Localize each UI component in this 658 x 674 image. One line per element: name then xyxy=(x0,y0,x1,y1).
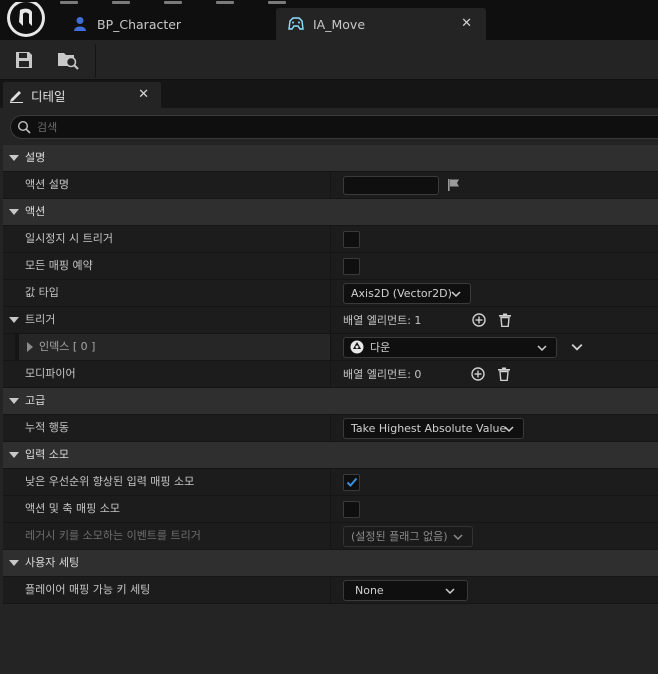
consume-action-axis-checkbox[interactable] xyxy=(343,500,360,518)
category-action[interactable]: 액션 xyxy=(3,199,658,226)
chevron-down-icon xyxy=(9,155,19,161)
chevron-right-icon[interactable] xyxy=(27,342,33,352)
chevron-down-icon xyxy=(9,398,19,404)
search-icon xyxy=(17,120,31,134)
property-row: 레거시 키를 소모하는 이벤트를 트리거 (설정된 플래그 없음) xyxy=(3,523,658,550)
tab-label: BP_Character xyxy=(97,16,182,32)
property-row: 모디파이어 배열 엘리먼트: 0 xyxy=(3,361,658,388)
search-box[interactable] xyxy=(10,115,658,139)
property-label: 인덱스 [ 0 ] xyxy=(39,340,96,353)
chevron-down-icon xyxy=(9,560,19,566)
trash-icon[interactable] xyxy=(497,312,513,328)
tab-ia-move[interactable]: IA_Move ✕ xyxy=(276,8,486,40)
chevron-down-icon xyxy=(445,587,455,594)
chevron-down-icon xyxy=(9,452,19,458)
trigger-icon xyxy=(350,340,364,354)
category-title: 입력 소모 xyxy=(25,448,69,461)
property-label: 누적 행동 xyxy=(25,421,69,434)
category-user-settings[interactable]: 사용자 세팅 xyxy=(3,550,658,577)
chevron-down-icon[interactable] xyxy=(571,341,583,353)
dropdown-value: None xyxy=(355,583,384,597)
flag-icon[interactable] xyxy=(447,178,461,192)
property-row: 모든 매핑 예약 xyxy=(3,253,658,280)
close-icon[interactable]: ✕ xyxy=(461,16,472,31)
property-label: 모디파이어 xyxy=(25,367,76,380)
property-row: 낮은 우선순위 향상된 입력 매핑 소모 xyxy=(3,469,658,496)
add-icon[interactable] xyxy=(471,312,487,328)
toolbar-separator xyxy=(95,44,96,78)
property-row: 값 타입 Axis2D (Vector2D) xyxy=(3,280,658,307)
dropdown-value: (설정된 플래그 없음) xyxy=(351,530,448,543)
category-title: 설명 xyxy=(25,151,46,164)
trigger-when-paused-checkbox[interactable] xyxy=(343,230,360,248)
tab-label: IA_Move xyxy=(313,16,366,32)
toolbar xyxy=(0,40,658,80)
consume-lower-priority-checkbox[interactable] xyxy=(343,473,360,491)
property-row: 액션 및 축 매핑 소모 xyxy=(3,496,658,523)
property-label: 플레이어 매핑 가능 키 세팅 xyxy=(25,583,151,596)
details-panel: 설명 액션 설명 액션 일시정지 시 트리거 모든 매핑 예약 xyxy=(0,108,658,674)
property-row: 누적 행동 Take Highest Absolute Value xyxy=(3,415,658,442)
details-tab-label: 디테일 xyxy=(31,88,66,104)
save-button[interactable] xyxy=(12,48,36,72)
property-label: 일시정지 시 트리거 xyxy=(25,232,113,245)
browse-button[interactable] xyxy=(56,48,80,72)
category-title: 고급 xyxy=(25,394,46,407)
checkmark-icon xyxy=(346,477,357,487)
menu-strip xyxy=(60,0,360,4)
title-bar: BP_Character IA_Move ✕ xyxy=(0,0,658,40)
gamepad-icon xyxy=(288,16,304,32)
search-input[interactable] xyxy=(37,120,437,134)
reserve-all-mappings-checkbox[interactable] xyxy=(343,257,360,275)
dropdown-value: Axis2D (Vector2D) xyxy=(351,286,452,300)
player-mappable-dropdown[interactable]: None xyxy=(343,579,468,601)
dropdown-value: 다운 xyxy=(370,341,391,354)
property-row: 액션 설명 xyxy=(3,172,658,199)
category-title: 사용자 세팅 xyxy=(25,556,80,569)
person-icon xyxy=(72,16,88,32)
legacy-keys-dropdown[interactable]: (설정된 플래그 없음) xyxy=(343,525,473,547)
tab-details[interactable]: 디테일 ✕ xyxy=(3,82,161,108)
category-title: 액션 xyxy=(25,205,46,218)
chevron-down-icon xyxy=(453,533,463,540)
array-count: 배열 엘리먼트: 0 xyxy=(343,368,422,381)
close-icon[interactable]: ✕ xyxy=(138,87,149,102)
action-description-input[interactable] xyxy=(343,175,439,195)
property-label: 액션 설명 xyxy=(25,178,69,191)
chevron-down-icon xyxy=(537,344,547,351)
category-advanced[interactable]: 고급 xyxy=(3,388,658,415)
chevron-down-icon xyxy=(451,290,461,297)
property-row: 일시정지 시 트리거 xyxy=(3,226,658,253)
dropdown-value: Take Highest Absolute Value xyxy=(351,421,507,435)
folder-search-icon xyxy=(58,53,79,70)
save-icon xyxy=(16,52,32,68)
category-description[interactable]: 설명 xyxy=(3,145,658,172)
property-row-index-0: 인덱스 [ 0 ] 다운 xyxy=(3,334,658,361)
property-label: 값 타입 xyxy=(25,286,59,299)
panel-tab-bar: 디테일 ✕ xyxy=(0,80,658,108)
pencil-icon xyxy=(10,90,23,103)
chevron-down-icon xyxy=(504,425,514,432)
array-count: 배열 엘리먼트: 1 xyxy=(343,314,422,327)
category-input-consumption[interactable]: 입력 소모 xyxy=(3,442,658,469)
tab-bp-character[interactable]: BP_Character xyxy=(60,8,270,40)
property-row-triggers: 트리거 배열 엘리먼트: 1 xyxy=(3,307,658,334)
property-label: 액션 및 축 매핑 소모 xyxy=(25,502,120,515)
property-label: 트리거 xyxy=(25,313,56,326)
trigger-type-dropdown[interactable]: 다운 xyxy=(343,336,557,358)
chevron-down-icon xyxy=(9,209,19,215)
property-label: 모든 매핑 예약 xyxy=(25,259,93,272)
property-label: 레거시 키를 소모하는 이벤트를 트리거 xyxy=(25,529,201,542)
chevron-down-icon[interactable] xyxy=(9,317,19,323)
trash-icon[interactable] xyxy=(496,366,512,382)
accumulation-dropdown[interactable]: Take Highest Absolute Value xyxy=(343,417,524,439)
add-icon[interactable] xyxy=(470,366,486,382)
property-row: 플레이어 매핑 가능 키 세팅 None xyxy=(3,577,658,604)
property-label: 낮은 우선순위 향상된 입력 매핑 소모 xyxy=(25,475,195,488)
value-type-dropdown[interactable]: Axis2D (Vector2D) xyxy=(343,282,471,304)
property-list: 설명 액션 설명 액션 일시정지 시 트리거 모든 매핑 예약 값 타입 Axi… xyxy=(3,145,658,604)
unreal-logo-icon[interactable] xyxy=(6,2,46,40)
